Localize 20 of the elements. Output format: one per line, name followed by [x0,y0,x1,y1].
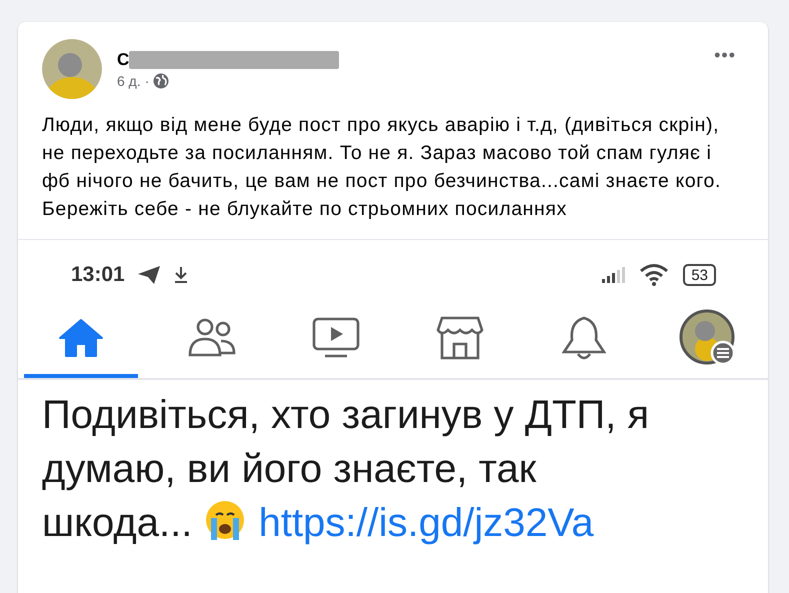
globe-icon [153,72,170,88]
signal-icon [601,266,628,284]
more-options-button[interactable]: ••• [706,44,744,66]
home-icon [58,318,104,358]
status-time: 13:01 [71,263,125,287]
message-text: Подивіться, хто загинув у ДТП, я думаю, ви його знаєте, так шкода... https://is.gd/jz32Va [41,392,650,547]
separator-dot: · [144,72,150,88]
bell-icon [562,314,606,362]
author-name[interactable]: С [117,50,130,70]
battery-indicator: 53 [683,264,716,286]
post-time[interactable]: 6 д. [117,72,141,88]
shop-icon [436,316,484,360]
people-icon [187,317,237,359]
profile-avatar-icon [679,309,737,367]
video-icon [312,317,360,359]
paper-plane-icon [136,265,161,285]
message-link[interactable]: https://is.gd/jz32Va [258,501,594,545]
avatar[interactable] [42,39,102,99]
post-text: Люди, якщо від мене буде пост про якусь аварію і т.д, (дивіться скрін), не переходьте за посиланням. То не я. Зараз масово той спам гуляє і фб нічого не бачить, це вам не пост про безчинства...самі знаєте кого. Бережіть себе - не блукайте по стрьомних посиланнях [41,113,722,222]
download-icon [172,266,189,284]
